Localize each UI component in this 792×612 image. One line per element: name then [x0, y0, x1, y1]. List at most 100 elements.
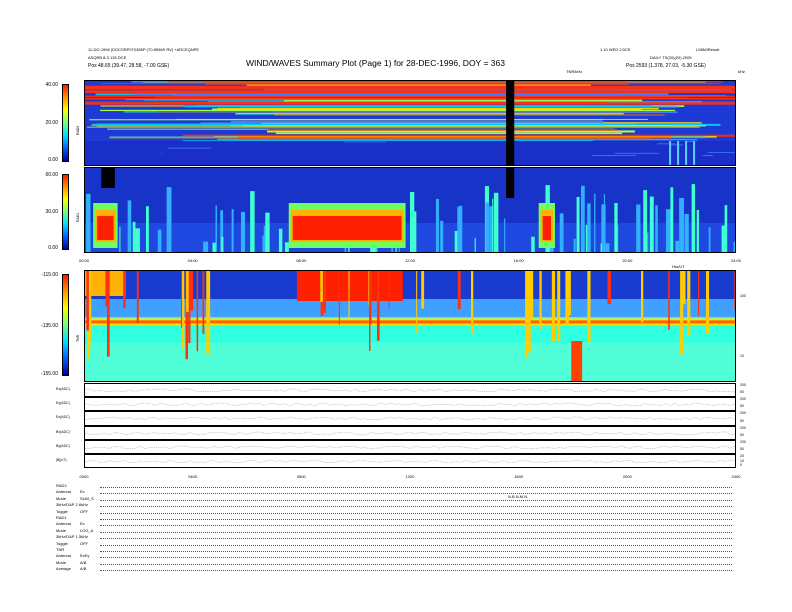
rad1-tick-top: 60.00 [45, 172, 58, 178]
time-tick-label: 00:00 [78, 258, 90, 263]
tnr-spike [607, 271, 611, 305]
tnr-plot [85, 271, 735, 381]
line-panel-right-tick: 0 [740, 463, 742, 468]
settings-row-dotted-line [100, 499, 732, 501]
settings-row-label: RAD2 [56, 483, 67, 488]
rad1-colorbar [62, 174, 69, 250]
settings-row-label: Toggle [56, 540, 68, 546]
rad2-band [157, 111, 625, 113]
rad1-burst [203, 241, 209, 252]
header-left-pos: Pos 48.65 (39.47, 28.58, -7.00 GSE) [88, 63, 170, 69]
line-panel-trace [84, 445, 736, 449]
settings-row-value: A/B [80, 559, 87, 565]
rad1-burst [708, 227, 711, 252]
rad1-burst [665, 209, 671, 252]
rad2-band [707, 151, 735, 153]
line-panel-series [84, 402, 736, 407]
rad2-streak [693, 141, 696, 165]
rad1-burst [594, 193, 596, 252]
line-panel-right-tick: 50 [740, 446, 744, 451]
rad2-band [168, 147, 212, 149]
line-panel-right-tick: 10 [740, 458, 744, 463]
rad1-burst [128, 239, 131, 252]
tnr-lower-burst [571, 341, 583, 381]
time-tick-label: 24:00 [730, 258, 742, 263]
rad1-burst [604, 243, 610, 252]
settings-row-label: 3kHz/DAP 1.5kHz [56, 534, 88, 540]
rad2-band [161, 153, 163, 155]
rad2-tick-bot: 0.00 [48, 157, 58, 163]
settings-row-label: Toggle [56, 508, 68, 514]
rad1-tick-bot: 0.00 [48, 245, 58, 251]
settings-row-value: A/B [80, 566, 87, 572]
rad2-tick-top: 40.00 [45, 82, 58, 88]
rad1-burst [559, 213, 564, 252]
rad1-burst [531, 236, 535, 252]
tnr-spike [687, 271, 691, 336]
rad2-label: RAD2 [76, 125, 80, 135]
time-tick-label: 2000 [622, 474, 632, 479]
line-panel-label: Ey(ADC) [56, 401, 70, 406]
rad1-burst [435, 198, 439, 252]
rad1-burst [655, 205, 658, 252]
rad2-band [85, 90, 735, 93]
rad1-data-gap [506, 168, 515, 198]
tnr-spike [186, 271, 189, 313]
settings-row-label: Antenna [56, 489, 71, 495]
rad1-burst [636, 204, 641, 252]
rad2-band [702, 154, 714, 156]
header-right-line3: DAILY TS(20)(20) 2005 [650, 55, 692, 60]
line-panel-right-tick: 200 [740, 425, 746, 430]
rad1-burst [166, 187, 172, 252]
rad2-band [85, 101, 735, 103]
header-right-line1: 1.10 WED 2:0CE [600, 47, 631, 52]
rad1-burst [493, 192, 499, 252]
time-tick-label: 16:00 [513, 258, 524, 263]
tnr-burst-region [296, 271, 403, 301]
settings-row-label: RAD1 [56, 515, 67, 520]
line-panel-series [84, 417, 736, 421]
line-panel-right-tick: 50 [740, 418, 744, 423]
tnr-spike [348, 271, 350, 318]
tnr-spike [551, 271, 556, 342]
settings-row-label: Mode [56, 559, 67, 565]
rad1-burst [212, 242, 216, 252]
tnr-tick-mid: -135.00 [41, 323, 58, 329]
time-axis-lower: 0000 0400 0800 1200 1600 2000 2400 [80, 474, 741, 482]
tnr-spike [324, 271, 326, 314]
header-right-pos: Pos 2593 (1.378, 27.03, -5.30 GSE) [626, 63, 706, 69]
rad2-band [85, 98, 735, 100]
time-tick-label: 04:00 [187, 258, 198, 263]
rad1-burst [145, 206, 149, 252]
rad2-band [275, 132, 623, 135]
rad2-band [246, 84, 591, 86]
rad2-band [274, 114, 665, 116]
time-tick-label: 0400 [188, 474, 198, 479]
rad2-band [217, 138, 652, 141]
rad2-band [85, 85, 735, 87]
settings-row-dotted-line [100, 557, 732, 559]
rad1-burst [119, 226, 121, 252]
tnr-right-tick-100: 100 [740, 294, 746, 298]
tnr-spike [641, 271, 644, 323]
rad2-colorbar [62, 84, 69, 162]
rad1-burst [132, 221, 136, 252]
rad2-band [173, 123, 607, 126]
tnr-spike [668, 271, 670, 330]
rad1-burst [576, 196, 580, 252]
rad1-burst [221, 236, 224, 252]
tnr-spike [136, 271, 139, 324]
rad1-burst [504, 218, 506, 252]
rad2-band [657, 143, 676, 145]
time-tick-label: 1200 [405, 474, 415, 479]
line-panel [84, 411, 736, 426]
rad2-band [183, 105, 652, 108]
rad1-burst [440, 220, 444, 252]
rad1-burst [135, 228, 140, 252]
rad1-burst [492, 198, 494, 252]
tnr-spectrogram [84, 270, 736, 382]
tnr-spike [681, 271, 686, 305]
settings-row-label: TNR [56, 547, 65, 552]
settings-row-dotted-line [100, 531, 732, 533]
rad1-burst [684, 213, 689, 252]
